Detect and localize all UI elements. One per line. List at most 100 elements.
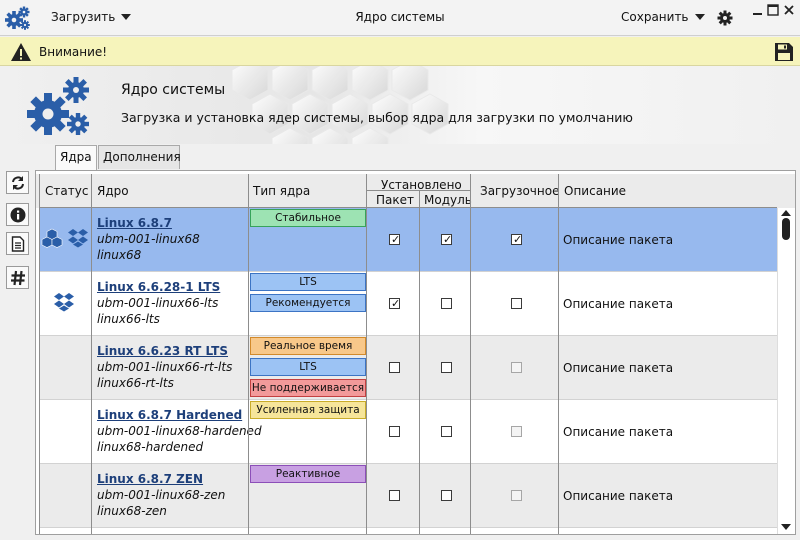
kernel-package: ubm-001-linux68-hardened xyxy=(97,424,262,438)
floppy-save-icon[interactable] xyxy=(773,41,795,63)
tab-kernels-label: Ядра xyxy=(60,150,92,164)
kernel-name-link[interactable]: Linux 6.6.28-1 LTS xyxy=(97,280,220,294)
table-header: Статус Ядро Тип ядра Установлено Пакет М… xyxy=(36,174,795,208)
boot-checkbox xyxy=(511,490,522,501)
kernel-package: ubm-001-linux66-rt-lts xyxy=(97,360,233,374)
dropbox-icon xyxy=(54,293,74,312)
warning-triangle-icon xyxy=(11,43,31,61)
header-module: Модуль xyxy=(424,193,472,207)
refresh-icon xyxy=(12,176,24,190)
kernel-module: linux66-lts xyxy=(97,312,160,326)
column-divider xyxy=(470,174,471,534)
document-icon xyxy=(11,236,25,252)
scroll-up-icon[interactable] xyxy=(781,210,791,216)
caret-down-icon xyxy=(121,14,132,20)
package-checkbox[interactable] xyxy=(389,426,400,437)
module-checkbox[interactable]: ✓ xyxy=(441,234,452,245)
header-bottom-line xyxy=(39,207,777,208)
column-divider xyxy=(419,191,420,534)
table-row[interactable]: Linux 6.6.23 RT LTS ubm-001-linux66-rt-lt… xyxy=(39,336,777,400)
vertical-scrollbar[interactable] xyxy=(777,208,793,534)
kernel-type-badge: LTS xyxy=(250,358,366,376)
boot-checkbox xyxy=(511,426,522,437)
header-package: Пакет xyxy=(376,193,414,207)
kernel-name-link[interactable]: Linux 6.8.7 xyxy=(97,216,172,230)
row-separator xyxy=(39,527,777,528)
column-divider xyxy=(366,174,367,534)
boot-checkbox[interactable]: ✓ xyxy=(511,234,522,245)
kernel-module: linux68-hardened xyxy=(97,440,204,454)
close-icon[interactable] xyxy=(783,4,795,16)
header-description: Описание xyxy=(564,184,627,198)
document-button[interactable] xyxy=(6,232,29,255)
warning-bar: Внимание! xyxy=(0,37,800,66)
refresh-button[interactable] xyxy=(6,171,29,194)
settings-gear-icon[interactable] xyxy=(717,10,733,26)
package-checkbox[interactable] xyxy=(389,490,400,501)
tab-addons[interactable]: Дополнения xyxy=(98,145,181,169)
module-checkbox[interactable] xyxy=(441,426,452,437)
kernel-name-link[interactable]: Linux 6.8.7 Hardened xyxy=(97,408,242,422)
minimize-icon[interactable] xyxy=(752,4,764,16)
hexagon-pattern xyxy=(231,66,449,144)
kernel-name-link[interactable]: Linux 6.8.7 ZEN xyxy=(97,472,203,486)
kernel-type-badge: Не поддерживается xyxy=(250,379,366,397)
dropbox-icon xyxy=(68,229,88,248)
package-description: Описание пакета xyxy=(563,361,674,375)
save-menu-label: Сохранить xyxy=(621,10,689,24)
module-checkbox[interactable] xyxy=(441,362,452,373)
package-checkbox[interactable] xyxy=(389,362,400,373)
boot-checkbox[interactable] xyxy=(511,298,522,309)
kernel-type-badge: Рекомендуется xyxy=(250,294,366,312)
package-description: Описание пакета xyxy=(563,233,674,247)
header-type: Тип ядра xyxy=(253,184,311,198)
table-row[interactable]: Linux 6.8.7 Hardened ubm-001-linux68-hard… xyxy=(39,400,777,464)
hash-icon xyxy=(11,270,25,286)
column-divider xyxy=(558,174,559,534)
save-menu-button[interactable]: Сохранить xyxy=(621,10,705,24)
kernel-package: ubm-001-linux66-lts xyxy=(97,296,219,310)
kernel-module: linux66-rt-lts xyxy=(97,376,174,390)
header-kernel: Ядро xyxy=(97,184,129,198)
load-menu-button[interactable]: Загрузить xyxy=(51,10,132,24)
boxes-icon xyxy=(41,228,63,248)
package-checkbox[interactable]: ✓ xyxy=(389,234,400,245)
package-description: Описание пакета xyxy=(563,489,674,503)
table-row[interactable]: Linux 6.8.7 ubm-001-linux68 linux68 Стабиль… xyxy=(39,208,777,272)
kernel-name-link[interactable]: Linux 6.6.23 RT LTS xyxy=(97,344,228,358)
column-divider xyxy=(91,174,92,534)
maximize-icon[interactable] xyxy=(767,4,779,16)
package-checkbox[interactable]: ✓ xyxy=(389,298,400,309)
info-icon xyxy=(10,207,26,223)
kernels-table: Статус Ядро Тип ядра Установлено Пакет М… xyxy=(35,170,796,535)
header-boot: Загрузочное xyxy=(480,184,560,198)
tab-addons-label: Дополнения xyxy=(103,150,181,164)
banner-title: Ядро системы xyxy=(121,82,226,98)
module-checkbox[interactable] xyxy=(441,490,452,501)
warning-text: Внимание! xyxy=(39,45,108,59)
table-row[interactable]: Linux 6.6.28-1 LTS ubm-001-linux66-lts lin… xyxy=(39,272,777,336)
app-gears-icon xyxy=(5,6,30,30)
kernel-type-badge: Реактивное xyxy=(250,465,366,483)
kernel-module: linux68 xyxy=(97,248,142,262)
kernel-type-badge: Реальное время xyxy=(250,337,366,355)
title-bar: Загрузить Ядро системы Сохранить xyxy=(0,0,800,36)
kernel-type-badge: Усиленная защита xyxy=(250,401,366,419)
table-row[interactable]: Linux 6.8.7 ZEN ubm-001-linux68-zen linux6… xyxy=(39,464,777,528)
package-description: Описание пакета xyxy=(563,297,674,311)
kernel-package: ubm-001-linux68 xyxy=(97,232,200,246)
kernel-type-badge: Стабильное xyxy=(250,209,366,227)
scrollbar-thumb[interactable] xyxy=(782,218,790,240)
header-status: Статус xyxy=(45,184,89,198)
info-button[interactable] xyxy=(6,203,29,226)
scroll-down-icon[interactable] xyxy=(781,524,791,530)
module-checkbox[interactable] xyxy=(441,298,452,309)
kernel-type-badge: LTS xyxy=(250,273,366,291)
header-banner: Ядро системы Загрузка и установка ядер с… xyxy=(0,66,800,144)
kernel-package: ubm-001-linux68-zen xyxy=(97,488,226,502)
load-menu-label: Загрузить xyxy=(51,10,116,24)
tab-kernels[interactable]: Ядра xyxy=(55,145,97,171)
package-description: Описание пакета xyxy=(563,425,674,439)
hash-button[interactable] xyxy=(6,266,29,289)
boot-checkbox xyxy=(511,362,522,373)
